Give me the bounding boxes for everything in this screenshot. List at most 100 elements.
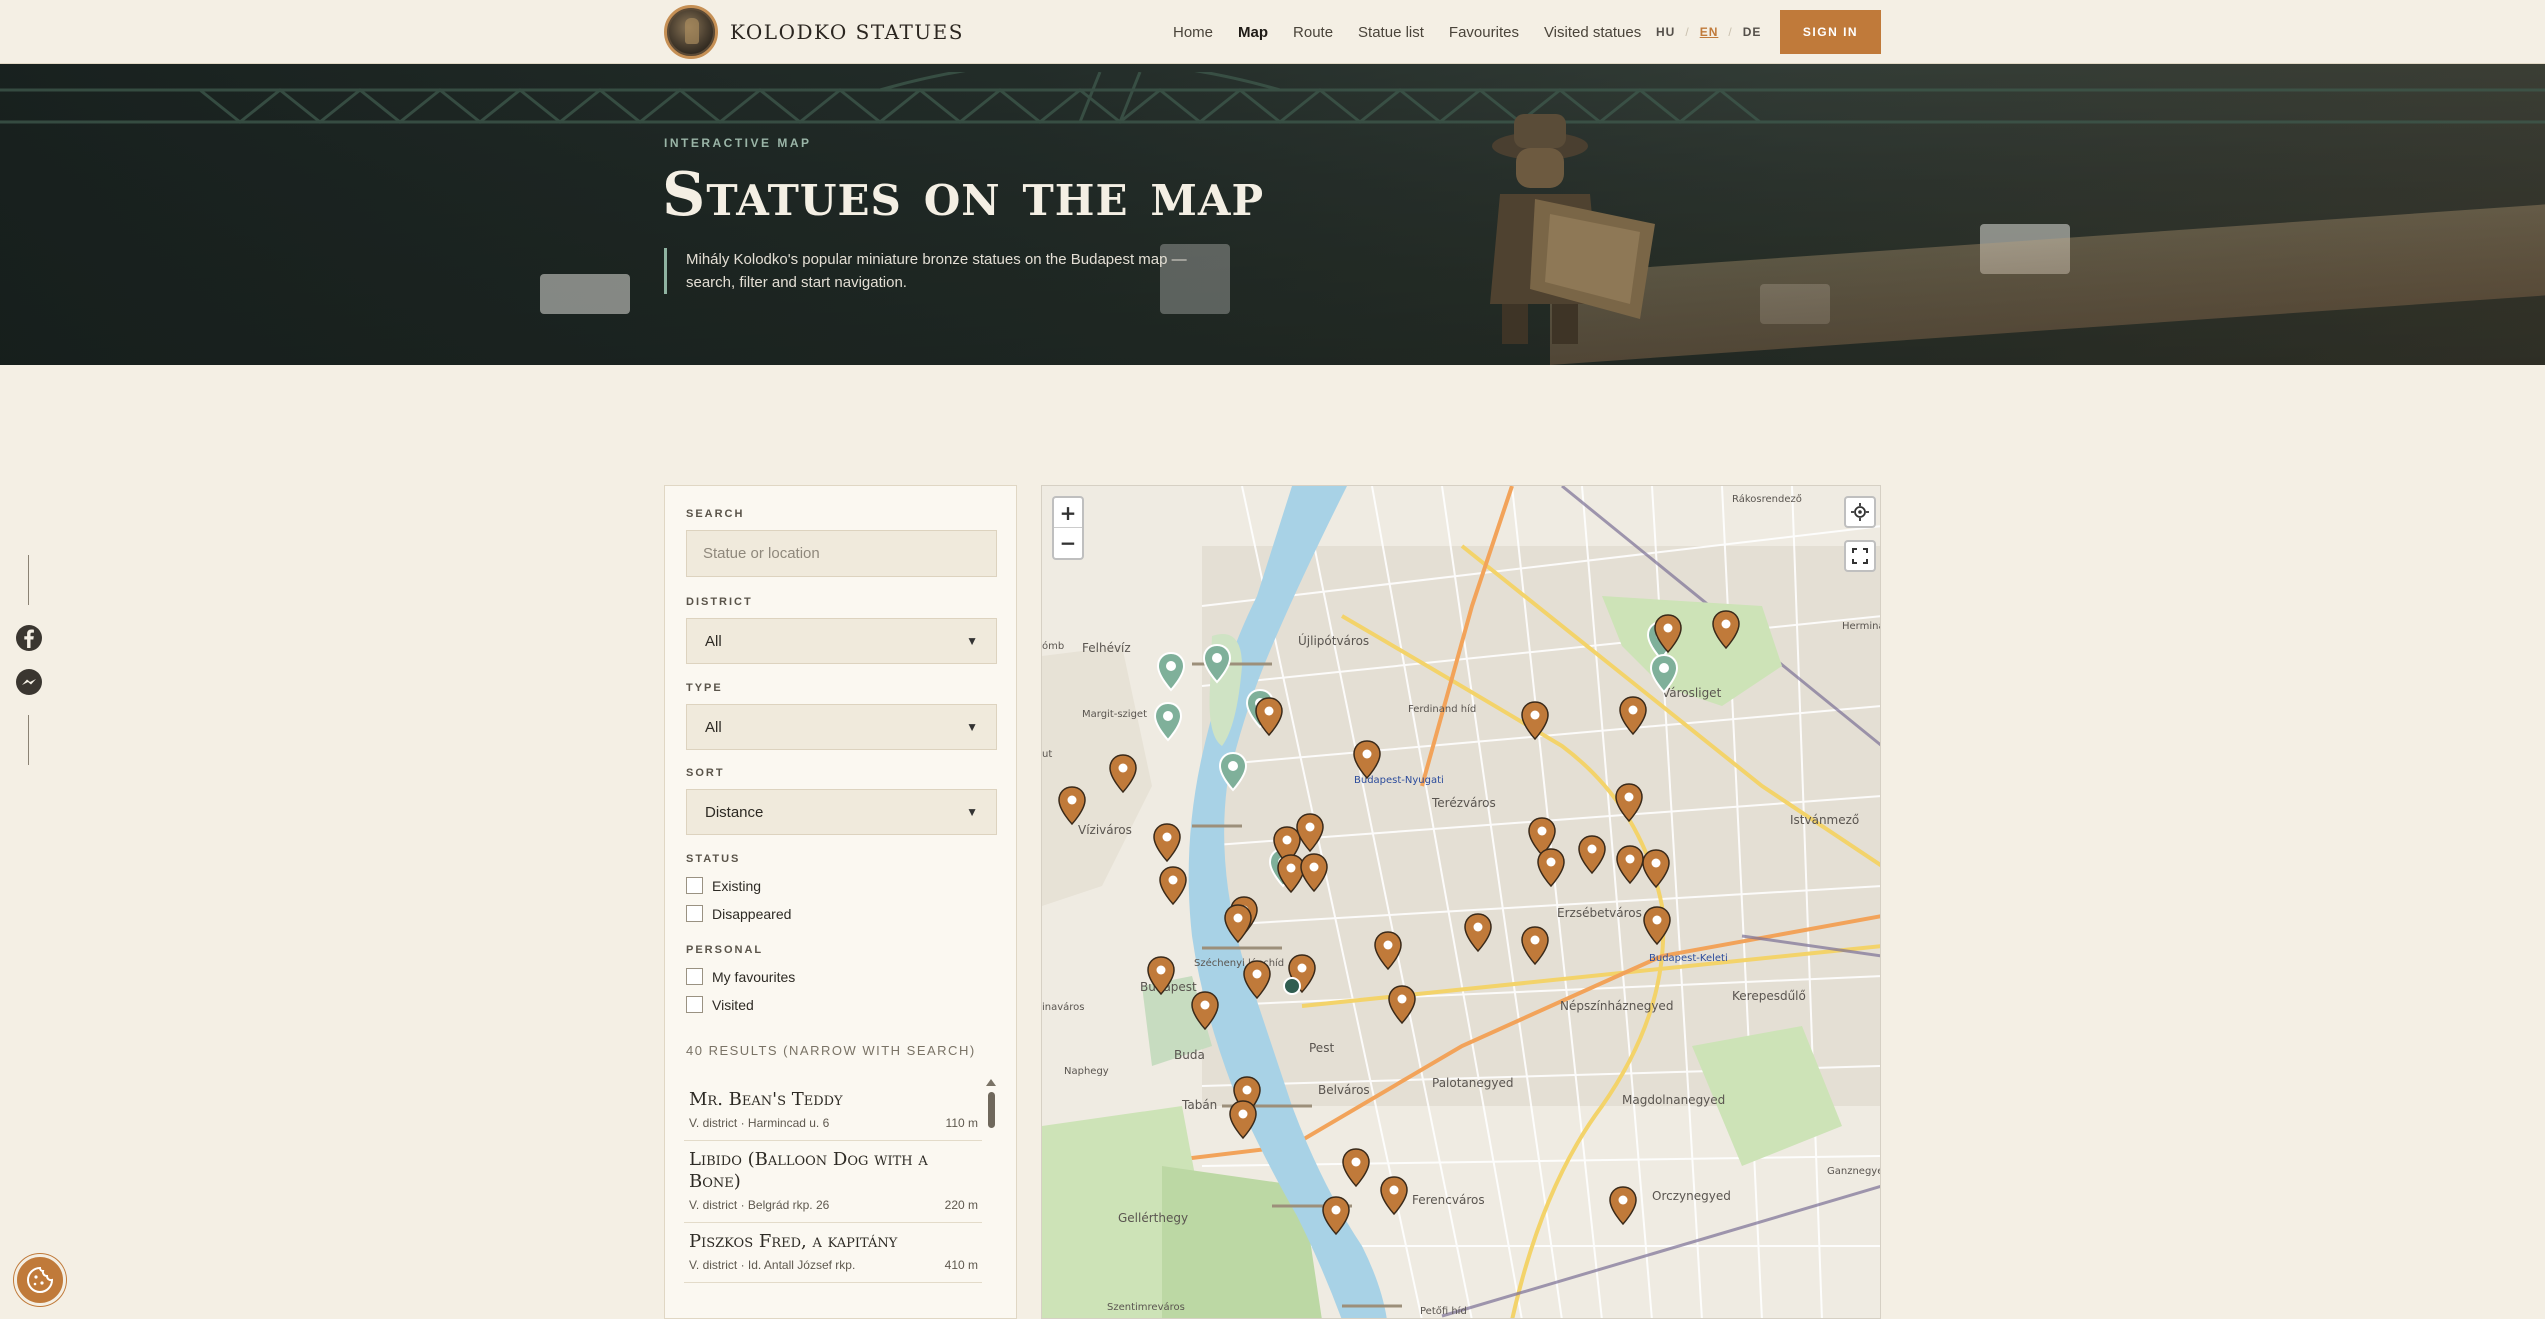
nav-statue-list[interactable]: Statue list <box>1358 24 1424 41</box>
map-label: Kerepesdűlő <box>1732 989 1806 1003</box>
map-pin-existing[interactable] <box>1520 926 1550 966</box>
map-label: Ferdinand híd <box>1408 704 1477 715</box>
hero-boat <box>540 274 630 314</box>
checkbox-label: My favourites <box>712 968 796 985</box>
map-pin-existing[interactable] <box>1242 960 1272 1000</box>
map-pin-existing[interactable] <box>1387 985 1417 1025</box>
map-pin-disappeared[interactable] <box>1156 652 1186 692</box>
messenger-icon[interactable] <box>15 668 43 696</box>
map-pin-existing[interactable] <box>1711 610 1741 650</box>
map-label: Margit-sziget <box>1082 709 1148 720</box>
map-pin-existing[interactable] <box>1228 1100 1258 1140</box>
nav-visited-statues[interactable]: Visited statues <box>1544 24 1641 41</box>
checkbox-box[interactable] <box>686 968 703 985</box>
search-input[interactable] <box>686 530 997 577</box>
map-pin-existing[interactable] <box>1152 823 1182 863</box>
lang-de[interactable]: DE <box>1743 25 1762 39</box>
nav-home[interactable]: Home <box>1173 24 1213 41</box>
chevron-down-icon: ▼ <box>966 805 978 819</box>
top-navbar: KOLODKO STATUES Home Map Route Statue li… <box>0 0 2545 64</box>
map-pin-existing[interactable] <box>1223 904 1253 944</box>
map-pin-existing[interactable] <box>1618 696 1648 736</box>
map-pin-existing[interactable] <box>1299 853 1329 893</box>
nav-map[interactable]: Map <box>1238 24 1268 41</box>
map-pin-existing[interactable] <box>1463 913 1493 953</box>
side-divider-top <box>28 555 29 605</box>
map-pin-existing[interactable] <box>1641 849 1671 889</box>
map-label: ut <box>1042 749 1053 760</box>
map-label: Naphegy <box>1064 1066 1109 1077</box>
zoom-in-button[interactable]: + <box>1054 498 1082 528</box>
sort-select[interactable]: Distance ▼ <box>686 789 997 835</box>
results-count: 40 RESULTS (NARROW WITH SEARCH) <box>686 1043 976 1058</box>
scroll-up-icon[interactable] <box>986 1079 996 1086</box>
map-pin-disappeared[interactable] <box>1153 702 1183 742</box>
facebook-icon[interactable] <box>15 624 43 652</box>
hero-bridge-graphic <box>0 72 2545 124</box>
map-pin-existing[interactable] <box>1614 783 1644 823</box>
result-title: Piszkos Fred, a kapitány <box>689 1231 898 1252</box>
map-pin-existing[interactable] <box>1146 956 1176 996</box>
chevron-down-icon: ▼ <box>966 634 978 648</box>
brand-logo <box>664 5 718 59</box>
map-pin-existing[interactable] <box>1653 614 1683 654</box>
lang-en[interactable]: EN <box>1700 25 1719 39</box>
nav-favourites[interactable]: Favourites <box>1449 24 1519 41</box>
results-scrollbar[interactable] <box>986 1079 996 1139</box>
map-label: Újlipótváros <box>1298 634 1370 648</box>
map-pin-existing[interactable] <box>1520 701 1550 741</box>
map-label: Magdolnanegyed <box>1622 1093 1726 1107</box>
fullscreen-button[interactable] <box>1844 540 1876 572</box>
list-item[interactable]: Piszkos Fred, a kapitány V. district · I… <box>684 1223 982 1283</box>
map-label: Ferencváros <box>1412 1193 1485 1207</box>
zoom-out-button[interactable]: − <box>1054 528 1082 558</box>
locate-button[interactable] <box>1844 496 1876 528</box>
map-pin-existing[interactable] <box>1190 991 1220 1031</box>
list-item[interactable]: Mr. Bean's Teddy V. district · Harmincad… <box>684 1081 982 1141</box>
map-pin-existing[interactable] <box>1057 786 1087 826</box>
map-pin-disappeared[interactable] <box>1218 752 1248 792</box>
map-pin-existing[interactable] <box>1295 813 1325 853</box>
map-pin-existing[interactable] <box>1536 848 1566 888</box>
map-pin-existing[interactable] <box>1373 931 1403 971</box>
map-pin-existing[interactable] <box>1642 906 1672 946</box>
hero-eyebrow: INTERACTIVE MAP <box>664 136 812 150</box>
type-select[interactable]: All ▼ <box>686 704 997 750</box>
map-pin-existing[interactable] <box>1608 1186 1638 1226</box>
map-pin-existing[interactable] <box>1341 1148 1371 1188</box>
map-pin-existing[interactable] <box>1108 754 1138 794</box>
my-favourites-checkbox[interactable]: My favourites <box>686 968 795 985</box>
visited-checkbox[interactable]: Visited <box>686 996 754 1013</box>
map-pin-existing[interactable] <box>1158 866 1188 906</box>
cookie-settings-button[interactable] <box>14 1254 66 1306</box>
map-pin-existing[interactable] <box>1577 835 1607 875</box>
result-distance: 410 m <box>944 1258 978 1272</box>
status-existing-checkbox[interactable]: Existing <box>686 877 761 894</box>
sign-in-button[interactable]: SIGN IN <box>1780 10 1881 54</box>
lang-hu[interactable]: HU <box>1656 25 1675 39</box>
map-label: Pest <box>1309 1041 1335 1055</box>
statue-map[interactable]: Felhévíz ómb Margit-sziget Újlipótváros … <box>1041 485 1881 1319</box>
map-pin-existing[interactable] <box>1321 1196 1351 1236</box>
map-pin-existing[interactable] <box>1352 740 1382 780</box>
list-item[interactable]: Libido (Balloon Dog with a Bone) V. dist… <box>684 1141 982 1223</box>
brand[interactable]: KOLODKO STATUES <box>664 4 964 60</box>
filter-panel: SEARCH DISTRICT All ▼ TYPE All ▼ SORT Di… <box>664 485 1017 1319</box>
checkbox-box[interactable] <box>686 877 703 894</box>
map-label: Gellérthegy <box>1118 1211 1189 1225</box>
checkbox-box[interactable] <box>686 996 703 1013</box>
nav-route[interactable]: Route <box>1293 24 1333 41</box>
district-select[interactable]: All ▼ <box>686 618 997 664</box>
map-pin-disappeared[interactable] <box>1649 654 1679 694</box>
map-pin-existing[interactable] <box>1379 1176 1409 1216</box>
scrollbar-thumb[interactable] <box>987 1092 995 1128</box>
side-divider-bottom <box>28 715 29 765</box>
district-label: DISTRICT <box>686 596 753 608</box>
map-pin-existing[interactable] <box>1254 697 1284 737</box>
map-label: Petőfi híd <box>1420 1306 1467 1317</box>
map-pin-disappeared[interactable] <box>1202 644 1232 684</box>
sort-select-value: Distance <box>705 803 764 821</box>
status-disappeared-checkbox[interactable]: Disappeared <box>686 905 791 922</box>
checkbox-box[interactable] <box>686 905 703 922</box>
map-label: Szentimreváros <box>1107 1302 1185 1313</box>
